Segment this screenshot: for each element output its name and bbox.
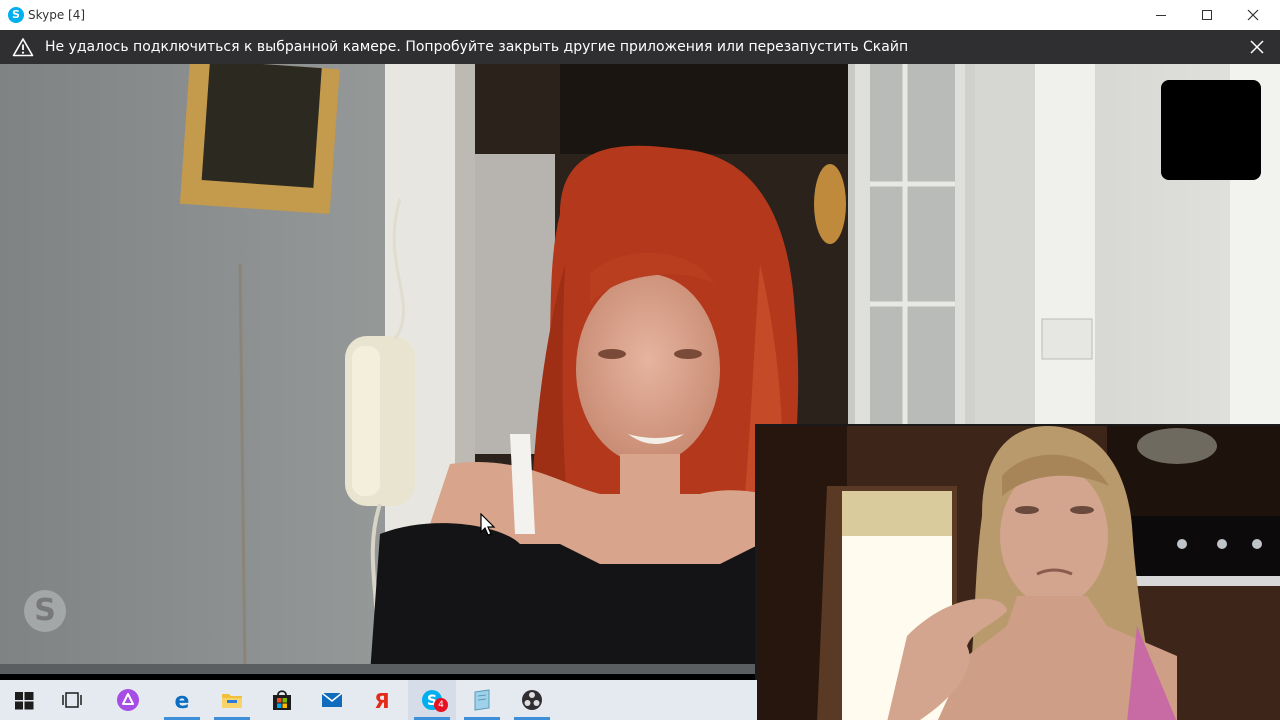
start-button[interactable]	[0, 680, 48, 720]
yandex-browser-button[interactable]: Я	[358, 680, 406, 720]
close-icon	[1247, 9, 1259, 21]
edge-icon: e	[175, 689, 190, 712]
skype-taskbar-button[interactable]: S 4	[408, 680, 456, 720]
task-view-button[interactable]	[48, 680, 96, 720]
minimize-button[interactable]	[1138, 0, 1184, 30]
secondary-video-image	[757, 426, 1280, 720]
mail-icon	[321, 692, 343, 707]
obs-button[interactable]	[508, 680, 556, 720]
windows-icon	[15, 692, 34, 710]
store-button[interactable]	[258, 680, 306, 720]
banner-close-button[interactable]	[1244, 34, 1270, 60]
maximize-button[interactable]	[1184, 0, 1230, 30]
camera-error-banner: Не удалось подключиться к выбранной каме…	[0, 30, 1280, 64]
file-explorer-button[interactable]	[208, 680, 256, 720]
close-button[interactable]	[1230, 0, 1276, 30]
banner-message: Не удалось подключиться к выбранной каме…	[45, 39, 909, 55]
minimize-icon	[1156, 15, 1166, 16]
self-video-preview[interactable]	[1161, 80, 1261, 180]
edge-button[interactable]: e	[158, 680, 206, 720]
title-bar: S Skype [4]	[0, 0, 1280, 30]
secondary-video-feed	[755, 424, 1280, 720]
skype-logo-icon: S	[8, 7, 24, 23]
close-icon	[1250, 40, 1264, 54]
taskbar: e Я S 4	[0, 680, 757, 720]
skype-unread-badge: 4	[434, 698, 448, 712]
warning-icon	[12, 38, 34, 57]
alice-button[interactable]	[104, 680, 152, 720]
obs-icon	[522, 690, 542, 710]
window-title: Skype [4]	[28, 8, 86, 22]
store-icon	[273, 690, 291, 710]
svg-text:Я: Я	[374, 689, 389, 712]
svg-text:e: e	[175, 689, 190, 712]
skype-watermark-icon: S	[24, 590, 66, 632]
notepad-button[interactable]	[458, 680, 506, 720]
folder-icon	[222, 694, 242, 708]
alice-icon	[117, 689, 139, 711]
task-view-icon	[62, 692, 82, 708]
mouse-cursor-icon	[480, 513, 496, 536]
maximize-icon	[1202, 10, 1212, 20]
mail-button[interactable]	[308, 680, 356, 720]
yandex-icon: Я	[374, 689, 389, 712]
notepad-icon	[474, 689, 490, 711]
